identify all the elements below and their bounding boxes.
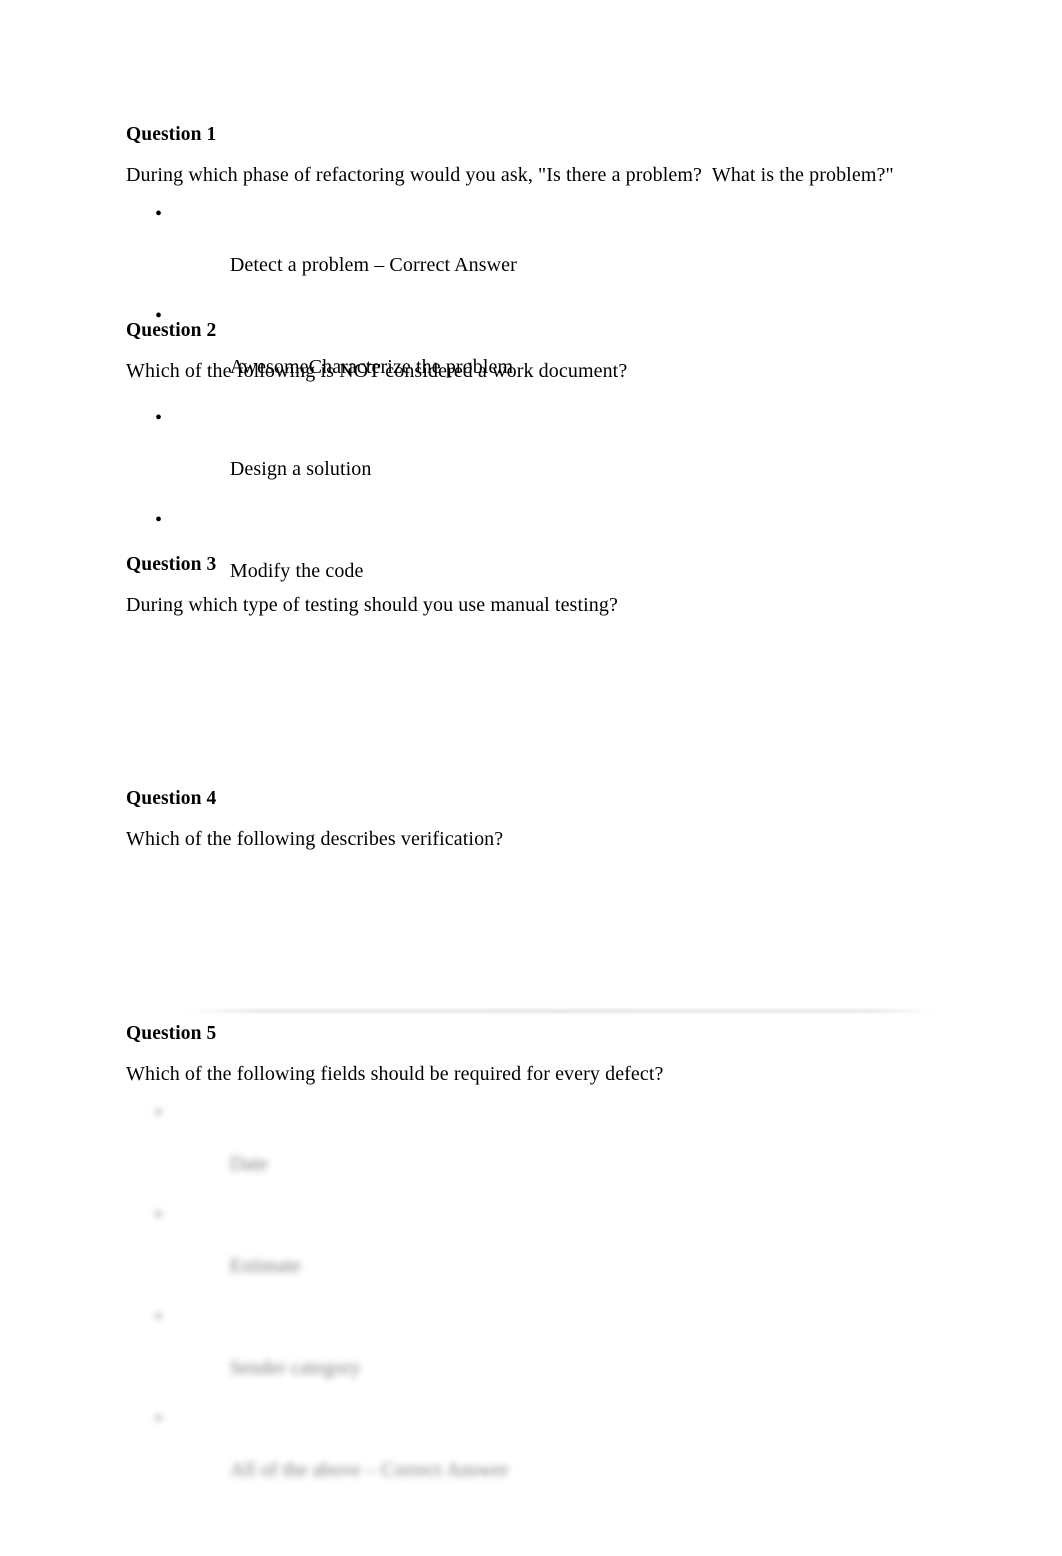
question-heading-4: Question 4 bbox=[126, 788, 217, 809]
question-stem-2: Which of the following is NOT considered… bbox=[126, 360, 628, 383]
bullet-icon: • bbox=[155, 500, 165, 526]
option-item[interactable]: • bbox=[126, 632, 938, 734]
question-heading-1: Question 1 bbox=[126, 124, 217, 145]
bullet-icon: • bbox=[155, 1102, 163, 1125]
question-stem-1: During which phase of refactoring would … bbox=[126, 164, 894, 187]
option-item[interactable]: • bbox=[126, 866, 938, 968]
section-divider bbox=[185, 1010, 935, 1012]
option-item[interactable]: • Sender category bbox=[126, 1305, 938, 1407]
bullet-icon: • bbox=[155, 1408, 163, 1431]
option-label: Sender category bbox=[229, 1357, 361, 1380]
bullet-icon: • bbox=[155, 1306, 163, 1329]
bullet-icon: • bbox=[155, 398, 165, 424]
bullet-icon: • bbox=[155, 734, 165, 760]
option-label: All of the above – Correct Answer bbox=[229, 1459, 509, 1482]
bullet-icon: • bbox=[155, 632, 165, 658]
option-item[interactable]: • Detect a problem – Correct Answer bbox=[126, 202, 938, 304]
bullet-icon: • bbox=[155, 866, 165, 892]
document-page: Question 1 During which phase of refacto… bbox=[0, 0, 1062, 1556]
question-heading-3: Question 3 bbox=[126, 554, 217, 575]
option-item[interactable]: • Date bbox=[126, 1101, 938, 1203]
bullet-icon: • bbox=[155, 203, 163, 226]
question-stem-4: Which of the following describes verific… bbox=[126, 828, 504, 851]
question-stem-5: Which of the following fields should be … bbox=[126, 1063, 664, 1086]
question-stem-3: During which type of testing should you … bbox=[126, 594, 618, 617]
option-label: Estimate bbox=[229, 1255, 301, 1278]
bullet-icon: • bbox=[155, 968, 165, 994]
option-item[interactable]: • bbox=[126, 398, 938, 500]
question-block-5: Question 5 Which of the following fields… bbox=[126, 1023, 938, 1509]
option-label: Date bbox=[229, 1153, 268, 1176]
option-item[interactable]: • Estimate bbox=[126, 1203, 938, 1305]
option-item[interactable]: • All of the above – Correct Answer bbox=[126, 1407, 938, 1509]
question-heading-2: Question 2 bbox=[126, 320, 217, 341]
options-list-5: • Date • Estimate • Sender category • Al… bbox=[126, 1101, 938, 1509]
question-heading-5: Question 5 bbox=[126, 1023, 217, 1044]
bullet-icon: • bbox=[155, 1204, 163, 1227]
option-label: Detect a problem – Correct Answer bbox=[229, 254, 517, 277]
